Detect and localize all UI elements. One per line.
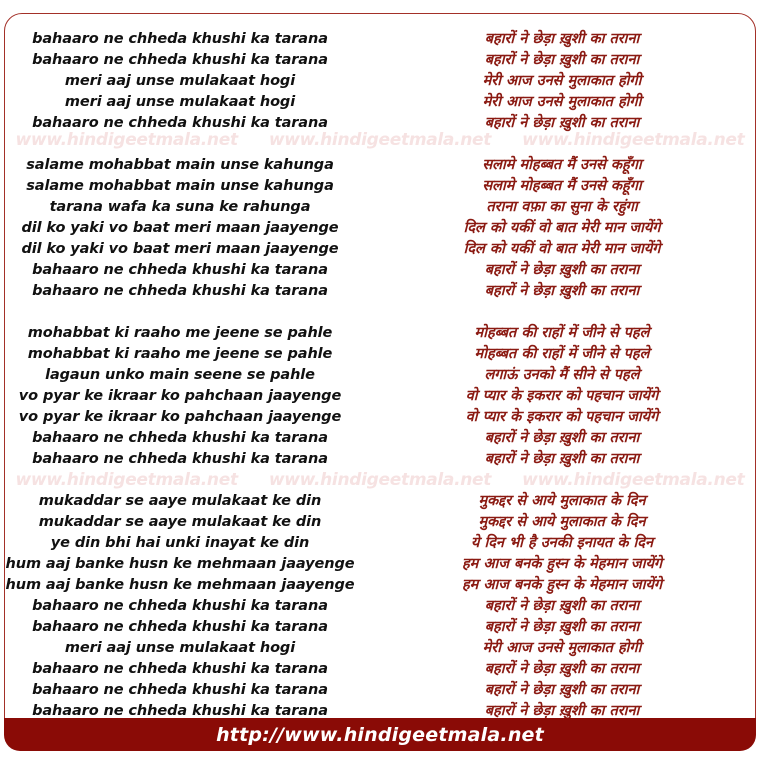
site-url-link[interactable]: http://www.hindigeetmala.net [216,724,544,746]
lyrics-stanza: बहारों ने छेड़ा ख़ुशी का तराना बहारों ने … [388,29,736,134]
lyrics-line: dil ko yaki vo baat meri maan jaayenge [21,241,339,257]
lyrics-line: bahaaro ne chheda khushi ka tarana [32,31,328,47]
lyrics-line: बहारों ने छेड़ा ख़ुशी का तराना [484,31,640,47]
lyrics-line: mohabbat ki raaho me jeene se pahle [27,325,333,341]
lyrics-line: बहारों ने छेड़ा ख़ुशी का तराना [484,682,640,698]
lyrics-line: ये दिन भी है उनकी इनायत के दिन [470,535,654,551]
lyrics-line: bahaaro ne chheda khushi ka tarana [32,115,328,131]
lyrics-line: salame mohabbat main unse kahunga [26,157,334,173]
lyrics-line: dil ko yaki vo baat meri maan jaayenge [21,220,339,236]
footer-bar: http://www.hindigeetmala.net [4,718,756,751]
lyrics-line: बहारों ने छेड़ा ख़ुशी का तराना [484,661,640,677]
lyrics-line: मेरी आज उनसे मुलाकात होगी [482,640,642,656]
lyrics-line: bahaaro ne chheda khushi ka tarana [32,619,328,635]
lyrics-line: बहारों ने छेड़ा ख़ुशी का तराना [484,52,640,68]
lyrics-stanza: bahaaro ne chheda khushi ka tarana bahaar… [4,29,356,134]
lyrics-stanza: मोहब्बत की राहों में जीने से पहले मोहब्बत… [388,323,736,470]
lyrics-line: bahaaro ne chheda khushi ka tarana [32,598,328,614]
lyrics-line: बहारों ने छेड़ा ख़ुशी का तराना [484,115,640,131]
lyrics-line: सलामे मोहब्बत मैं उनसे कहूँगा [482,157,642,173]
lyrics-line: mukaddar se aaye mulakaat ke din [38,493,322,509]
lyrics-line: vo pyar ke ikraar ko pahchaan jaayenge [18,409,342,425]
lyrics-line: bahaaro ne chheda khushi ka tarana [32,451,328,467]
lyrics-stanza: mohabbat ki raaho me jeene se pahle mohab… [4,323,356,470]
lyrics-line: मोहब्बत की राहों में जीने से पहले [474,346,650,362]
lyrics-line: हम आज बनके हुस्न के मेहमान जायेंगे [461,556,663,572]
lyrics-line: हम आज बनके हुस्न के मेहमान जायेंगे [461,577,663,593]
lyrics-line: bahaaro ne chheda khushi ka tarana [32,283,328,299]
lyrics-page: www.hindigeetmala.net www.hindigeetmala.n… [0,0,760,760]
lyrics-stanza: salame mohabbat main unse kahunga salame … [4,155,356,302]
lyrics-line: मेरी आज उनसे मुलाकात होगी [482,73,642,89]
lyrics-line: lagaun unko main seene se pahle [45,367,315,383]
lyrics-stanza: सलामे मोहब्बत मैं उनसे कहूँगा सलामे मोहब्… [388,155,736,302]
lyrics-line: बहारों ने छेड़ा ख़ुशी का तराना [484,451,640,467]
lyrics-line: meri aaj unse mulakaat hogi [64,94,296,110]
lyrics-line: मुकद्दर से आये मुलाकात के दिन [478,493,646,509]
lyrics-line: बहारों ने छेड़ा ख़ुशी का तराना [484,262,640,278]
lyrics-line: meri aaj unse mulakaat hogi [64,73,296,89]
lyrics-line: मुकद्दर से आये मुलाकात के दिन [478,514,646,530]
lyrics-line: बहारों ने छेड़ा ख़ुशी का तराना [484,430,640,446]
lyrics-line: vo pyar ke ikraar ko pahchaan jaayenge [18,388,342,404]
lyrics-line: hum aaj banke husn ke mehmaan jaayenge [5,556,355,572]
lyrics-line: bahaaro ne chheda khushi ka tarana [32,682,328,698]
lyrics-line: दिल को यकीं वो बात मेरी मान जायेंगे [463,220,661,236]
devanagari-lyrics-column: बहारों ने छेड़ा ख़ुशी का तराना बहारों ने … [380,13,756,719]
lyrics-line: bahaaro ne chheda khushi ka tarana [32,661,328,677]
romanized-lyrics-column: bahaaro ne chheda khushi ka tarana bahaar… [4,13,380,719]
lyrics-line: meri aaj unse mulakaat hogi [64,640,296,656]
lyrics-line: mukaddar se aaye mulakaat ke din [38,514,322,530]
lyrics-line: mohabbat ki raaho me jeene se pahle [27,346,333,362]
lyrics-columns: bahaaro ne chheda khushi ka tarana bahaar… [4,13,756,719]
lyrics-line: बहारों ने छेड़ा ख़ुशी का तराना [484,283,640,299]
lyrics-line: बहारों ने छेड़ा ख़ुशी का तराना [484,598,640,614]
lyrics-line: दिल को यकीं वो बात मेरी मान जायेंगे [463,241,661,257]
lyrics-line: तराना वफ़ा का सुना के रहुंगा [486,199,638,215]
lyrics-line: bahaaro ne chheda khushi ka tarana [32,52,328,68]
lyrics-line: वो प्यार के इकरार को पहचान जायेंगे [465,409,659,425]
lyrics-line: लगाऊं उनको मैं सीने से पहले [484,367,640,383]
lyrics-line: सलामे मोहब्बत मैं उनसे कहूँगा [482,178,642,194]
lyrics-line: बहारों ने छेड़ा ख़ुशी का तराना [484,619,640,635]
lyrics-line: वो प्यार के इकरार को पहचान जायेंगे [465,388,659,404]
lyrics-line: salame mohabbat main unse kahunga [26,178,334,194]
lyrics-line: ye din bhi hai unki inayat ke din [50,535,310,551]
lyrics-line: मेरी आज उनसे मुलाकात होगी [482,94,642,110]
lyrics-line: मोहब्बत की राहों में जीने से पहले [474,325,650,341]
lyrics-line: bahaaro ne chheda khushi ka tarana [32,430,328,446]
lyrics-line: hum aaj banke husn ke mehmaan jaayenge [5,577,355,593]
lyrics-stanza: मुकद्दर से आये मुलाकात के दिन मुकद्दर से … [388,491,736,722]
lyrics-stanza: mukaddar se aaye mulakaat ke din mukaddar… [4,491,356,722]
lyrics-line: bahaaro ne chheda khushi ka tarana [32,262,328,278]
lyrics-line: tarana wafa ka suna ke rahunga [49,199,311,215]
